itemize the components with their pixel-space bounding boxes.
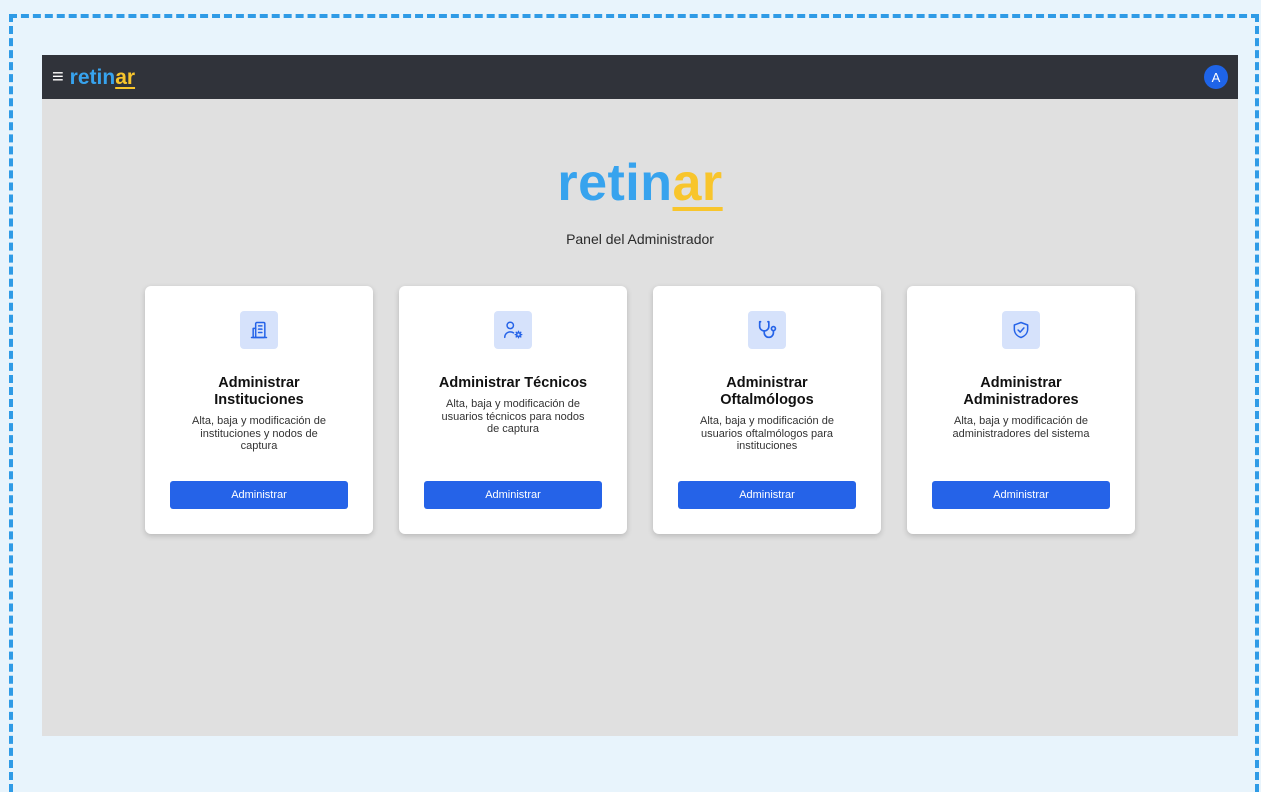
administrar-instituciones-button[interactable]: Administrar	[170, 481, 348, 509]
hero-logo-part-ar: ar	[672, 154, 723, 212]
card-title: Administrar Instituciones	[214, 375, 304, 408]
administrar-tecnicos-button[interactable]: Administrar	[424, 481, 602, 509]
hero-logo: retinar	[42, 157, 1238, 209]
navbar-logo[interactable]: retinar	[70, 67, 135, 88]
administrar-administradores-button[interactable]: Administrar	[932, 481, 1110, 509]
card-instituciones: Administrar Instituciones Alta, baja y m…	[145, 286, 373, 534]
user-avatar[interactable]: A	[1204, 65, 1228, 89]
hero-logo-part-retin: retin	[557, 154, 673, 212]
logo-part-retin: retin	[69, 65, 116, 89]
card-description: Alta, baja y modificación de usuarios of…	[700, 415, 834, 452]
administrar-oftalmologos-button[interactable]: Administrar	[678, 481, 856, 509]
app-window: ≡ retinar A retinar Panel del Administra…	[42, 55, 1238, 736]
card-description: Alta, baja y modificación de administrad…	[952, 415, 1090, 440]
card-oftalmologos: Administrar Oftalmólogos Alta, baja y mo…	[653, 286, 881, 534]
navbar-left: ≡ retinar	[52, 67, 135, 88]
card-description: Alta, baja y modificación de usuarios té…	[441, 398, 585, 435]
admin-cards: Administrar Instituciones Alta, baja y m…	[145, 286, 1135, 534]
card-tecnicos: Administrar Técnicos Alta, baja y modifi…	[399, 286, 627, 534]
building-icon	[240, 311, 278, 349]
card-title: Administrar Oftalmólogos	[720, 375, 814, 408]
hamburger-icon[interactable]: ≡	[52, 67, 64, 87]
user-gear-icon	[494, 311, 532, 349]
page-subtitle: Panel del Administrador	[566, 231, 714, 247]
shield-check-icon	[1002, 311, 1040, 349]
card-title: Administrar Administradores	[963, 375, 1079, 408]
card-description: Alta, baja y modificación de institucion…	[192, 415, 326, 452]
top-navbar: ≡ retinar A	[42, 55, 1238, 99]
card-title: Administrar Técnicos	[438, 375, 588, 391]
card-administradores: Administrar Administradores Alta, baja y…	[907, 286, 1135, 534]
logo-part-ar: ar	[115, 65, 136, 89]
stethoscope-icon	[748, 311, 786, 349]
